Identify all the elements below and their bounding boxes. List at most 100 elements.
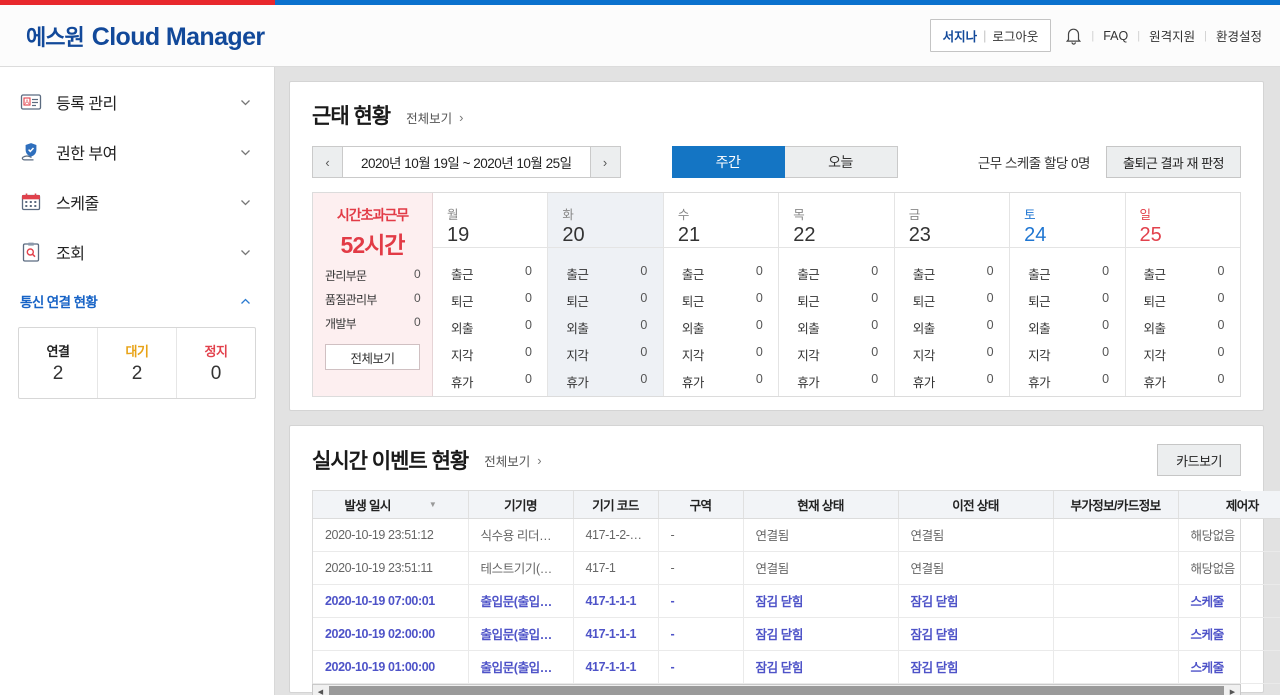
- column-header-device-code[interactable]: 기기 코드: [573, 491, 659, 519]
- date-range-label[interactable]: 2020년 10월 19일 ~ 2020년 10월 25일: [343, 146, 590, 178]
- sidebar-item-schedule[interactable]: 스케줄: [0, 177, 274, 227]
- day-weekday: 화: [562, 208, 574, 222]
- sidebar-item-authorization[interactable]: 권한 부여: [0, 127, 274, 177]
- overtime-view-all-button[interactable]: 전체보기: [325, 344, 420, 370]
- day-stats: 출근 0 퇴근 0 외출 0 지각 0 휴가 0: [895, 248, 1009, 399]
- comm-stat-value: 2: [52, 363, 64, 384]
- app-logo[interactable]: 에스원 Cloud Manager: [26, 20, 265, 52]
- table-row[interactable]: 2020-10-19 23:51:12 식수용 리더기(… 417-1-2-… …: [313, 518, 1280, 552]
- cell-current-state[interactable]: 잠김 닫힘: [743, 650, 899, 684]
- table-row[interactable]: 2020-10-19 01:00:00 출입문(출입문1) 417-1-1-1 …: [313, 650, 1280, 684]
- cell-controller[interactable]: 스케줄: [1178, 584, 1280, 618]
- stat-label: 출근: [1028, 268, 1051, 282]
- cell-device-name[interactable]: 출입문(출입문1): [468, 650, 574, 684]
- department-value: 0: [414, 267, 421, 281]
- stat-value: 0: [755, 372, 763, 386]
- events-view-all-link[interactable]: 전체보기 ›: [484, 451, 541, 470]
- sidebar-item-registration[interactable]: A 등록 관리: [0, 77, 274, 127]
- stat-label: 외출: [1143, 322, 1167, 336]
- user-account-box[interactable]: 서지나 | 로그아웃: [929, 19, 1052, 52]
- tab-weekly[interactable]: 주간: [671, 146, 785, 178]
- comm-stat-waiting[interactable]: 대기 2: [98, 328, 177, 398]
- comm-stat-label: 정지: [204, 344, 228, 359]
- events-horizontal-scrollbar[interactable]: ◀ ▶: [312, 683, 1241, 695]
- stat-row: 지각 0: [1028, 345, 1109, 364]
- attendance-period-tabs: 주간 오늘: [671, 146, 898, 178]
- cell-device-name[interactable]: 출입문(출입문1): [468, 617, 574, 651]
- attendance-view-all-link[interactable]: 전체보기 ›: [406, 108, 463, 127]
- comm-stat-stopped[interactable]: 정지 0: [177, 328, 255, 398]
- table-row[interactable]: 2020-10-19 23:51:11 테스트기기(삭… 417-1 - 연결됨…: [313, 551, 1280, 585]
- column-header-datetime[interactable]: 발생 일시 ▼: [313, 491, 469, 519]
- cell-controller[interactable]: 스케줄: [1178, 650, 1280, 684]
- cell-device-code[interactable]: 417-1-1-1: [573, 584, 659, 618]
- divider: |: [1204, 29, 1207, 42]
- attendance-toolbar-right: 근무 스케줄 할당 0명 출퇴근 결과 재 판정: [978, 146, 1241, 178]
- cell-device-code[interactable]: 417-1-1-1: [573, 617, 659, 651]
- cell-device-code: 417-1: [573, 551, 659, 585]
- day-header: 수 21: [663, 193, 779, 248]
- cell-previous-state[interactable]: 잠김 닫힘: [898, 617, 1054, 651]
- cell-zone[interactable]: -: [658, 584, 744, 618]
- tab-today[interactable]: 오늘: [784, 146, 898, 178]
- cell-previous-state[interactable]: 잠김 닫힘: [898, 584, 1054, 618]
- stat-row: 퇴근 0: [1143, 291, 1225, 310]
- column-header-controller[interactable]: 제어자: [1178, 491, 1280, 519]
- sort-desc-icon[interactable]: ▼: [429, 500, 437, 509]
- app-header: 에스원 Cloud Manager 서지나 | 로그아웃 | FAQ | 원격지…: [0, 5, 1280, 67]
- cell-device-name: 식수용 리더기(…: [468, 518, 574, 552]
- svg-text:A: A: [25, 100, 29, 106]
- sidebar-section-communication-status[interactable]: 통신 연결 현황: [0, 281, 274, 321]
- cell-datetime[interactable]: 2020-10-19 01:00:00: [313, 650, 469, 684]
- scrollbar-thumb[interactable]: [329, 685, 1224, 695]
- cell-current-state[interactable]: 잠김 닫힘: [743, 617, 899, 651]
- cell-datetime[interactable]: 2020-10-19 02:00:00: [313, 617, 469, 651]
- sidebar-item-label: 등록 관리: [56, 96, 117, 113]
- table-row[interactable]: 2020-10-19 02:00:00 출입문(출입문1) 417-1-1-1 …: [313, 617, 1280, 651]
- cell-controller: 해당없음: [1178, 518, 1280, 552]
- prev-week-button[interactable]: ‹: [312, 146, 343, 178]
- department-row: 관리부문 0: [325, 267, 421, 284]
- cell-zone[interactable]: -: [658, 617, 744, 651]
- stat-label: 지각: [1028, 349, 1051, 363]
- stat-label: 퇴근: [1143, 295, 1167, 309]
- cell-datetime[interactable]: 2020-10-19 07:00:01: [313, 584, 469, 618]
- day-stats: 출근 0 퇴근 0 외출 0 지각 0 휴가 0: [433, 248, 547, 399]
- rejudge-attendance-button[interactable]: 출퇴근 결과 재 판정: [1105, 146, 1241, 178]
- stat-value: 0: [755, 291, 763, 305]
- cell-previous-state[interactable]: 잠김 닫힘: [898, 650, 1054, 684]
- stat-label: 외출: [1028, 322, 1051, 336]
- chevron-down-icon: [239, 146, 252, 159]
- column-header-label: 발생 일시: [344, 498, 391, 513]
- stat-value: 0: [986, 345, 994, 359]
- stat-row: 퇴근 0: [797, 291, 878, 310]
- column-header-extra-info[interactable]: 부가정보/카드정보: [1053, 491, 1179, 519]
- comm-stat-connected[interactable]: 연결 2: [19, 328, 98, 398]
- cell-current-state[interactable]: 잠김 닫힘: [743, 584, 899, 618]
- next-week-button[interactable]: ›: [589, 146, 621, 178]
- department-row: 개발부 0: [325, 315, 421, 332]
- department-row: 품질관리부 0: [325, 291, 421, 308]
- bell-icon[interactable]: [1065, 26, 1082, 45]
- chevron-up-icon: [239, 295, 252, 308]
- scroll-left-arrow-icon[interactable]: ◀: [313, 684, 328, 695]
- cell-device-code[interactable]: 417-1-1-1: [573, 650, 659, 684]
- table-row[interactable]: 2020-10-19 07:00:01 출입문(출입문1) 417-1-1-1 …: [313, 584, 1280, 618]
- cell-controller[interactable]: 스케줄: [1178, 617, 1280, 651]
- stat-value: 0: [524, 318, 532, 332]
- stat-row: 휴가 0: [566, 372, 647, 391]
- card-view-button[interactable]: 카드보기: [1157, 444, 1241, 476]
- cell-zone[interactable]: -: [658, 650, 744, 684]
- cell-device-code: 417-1-2-…: [573, 518, 659, 552]
- scroll-right-arrow-icon[interactable]: ▶: [1225, 684, 1240, 695]
- cell-device-name[interactable]: 출입문(출입문1): [468, 584, 574, 618]
- logout-link[interactable]: 로그아웃: [992, 26, 1038, 45]
- settings-link[interactable]: 환경설정: [1216, 26, 1262, 45]
- sidebar-item-inquiry[interactable]: 조회: [0, 227, 274, 277]
- column-header-previous-state[interactable]: 이전 상태: [898, 491, 1054, 519]
- column-header-zone[interactable]: 구역: [658, 491, 744, 519]
- column-header-current-state[interactable]: 현재 상태: [743, 491, 899, 519]
- remote-support-link[interactable]: 원격지원: [1149, 26, 1195, 45]
- column-header-device-name[interactable]: 기기명: [468, 491, 574, 519]
- faq-link[interactable]: FAQ: [1103, 29, 1128, 43]
